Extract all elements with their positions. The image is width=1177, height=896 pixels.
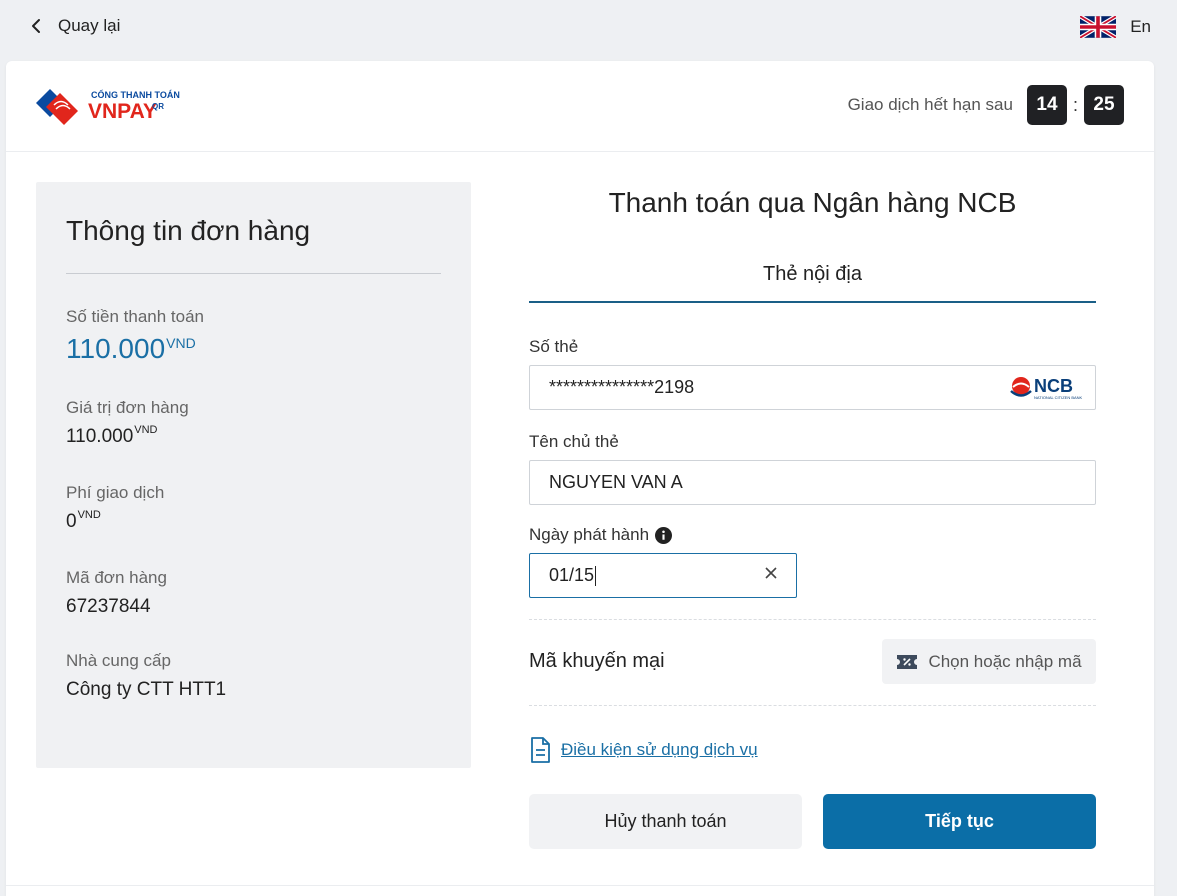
svg-text:NATIONAL CITIZEN BANK: NATIONAL CITIZEN BANK bbox=[1034, 395, 1083, 400]
amount-label: Số tiền thanh toán bbox=[66, 307, 205, 326]
amount-value: 110.000VND bbox=[66, 333, 196, 364]
svg-text:NCB: NCB bbox=[1034, 376, 1073, 396]
order-id-block: Mã đơn hàng 67237844 bbox=[66, 568, 441, 618]
clear-icon[interactable] bbox=[764, 566, 778, 580]
continue-button[interactable]: Tiếp tục bbox=[823, 794, 1096, 849]
fee-block: Phí giao dịch 0VND bbox=[66, 483, 441, 533]
document-icon bbox=[531, 737, 550, 763]
holder-label: Tên chủ thẻ bbox=[529, 432, 619, 451]
ncb-logo: NCB NATIONAL CITIZEN BANK bbox=[1010, 376, 1083, 400]
order-summary-title: Thông tin đơn hàng bbox=[66, 215, 311, 246]
tab-domestic-card[interactable]: Thẻ nội địa bbox=[529, 263, 1096, 303]
terms-row: Điều kiện sử dụng dịch vụ bbox=[529, 737, 1096, 763]
expiry-label: Giao dịch hết hạn sau bbox=[847, 95, 1013, 114]
order-id-label: Mã đơn hàng bbox=[66, 568, 167, 587]
chevron-left-icon bbox=[32, 19, 40, 33]
provider-block: Nhà cung cấp Công ty CTT HTT1 bbox=[66, 651, 441, 701]
promo-divider-top bbox=[529, 619, 1096, 620]
back-button[interactable]: Quay lại bbox=[28, 16, 120, 36]
holder-group: Tên chủ thẻ NGUYEN VAN A bbox=[529, 432, 1096, 505]
svg-text:VNPAY: VNPAY bbox=[88, 100, 157, 123]
promo-label: Mã khuyến mại bbox=[529, 650, 665, 672]
expiry-timer: Giao dịch hết hạn sau 14 : 25 bbox=[848, 85, 1124, 125]
summary-divider bbox=[66, 273, 441, 274]
card-number-input[interactable]: ***************2198 NCB NATIONAL CITIZEN… bbox=[529, 365, 1096, 410]
issue-date-group: Ngày phát hành 01/15 bbox=[529, 525, 1096, 598]
payment-card: CỔNG THANH TOÁN VNPAY QR Giao dịch hết h… bbox=[6, 61, 1154, 896]
order-value-block: Giá trị đơn hàng 110.000VND bbox=[66, 398, 441, 448]
vnpay-logo: CỔNG THANH TOÁN VNPAY QR bbox=[36, 89, 180, 125]
promo-row: Mã khuyến mại Chọn hoặc nhập mã bbox=[529, 639, 1096, 684]
timer-separator: : bbox=[1072, 94, 1078, 115]
coupon-icon bbox=[897, 654, 918, 669]
payment-title: Thanh toán qua Ngân hàng NCB bbox=[608, 187, 1017, 218]
order-summary: Thông tin đơn hàng Số tiền thanh toán 11… bbox=[36, 182, 471, 768]
issue-date-label: Ngày phát hành bbox=[529, 525, 1096, 545]
cancel-payment-button[interactable]: Hủy thanh toán bbox=[529, 794, 802, 849]
back-label: Quay lại bbox=[58, 16, 121, 35]
fee-label: Phí giao dịch bbox=[66, 483, 165, 502]
language-switcher[interactable]: En bbox=[1080, 16, 1151, 38]
svg-text:QR: QR bbox=[152, 102, 164, 111]
promo-divider-bottom bbox=[529, 705, 1096, 706]
svg-text:CỔNG THANH TOÁN: CỔNG THANH TOÁN bbox=[91, 89, 180, 100]
amount-block: Số tiền thanh toán 110.000VND bbox=[66, 307, 441, 365]
provider-name: Công ty CTT HTT1 bbox=[66, 679, 227, 700]
info-icon[interactable] bbox=[655, 526, 673, 544]
terms-link[interactable]: Điều kiện sử dụng dịch vụ bbox=[561, 740, 758, 760]
language-label: En bbox=[1130, 17, 1151, 36]
timer-seconds: 25 bbox=[1084, 85, 1124, 125]
timer-minutes: 14 bbox=[1026, 85, 1067, 125]
card-number-group: Số thẻ ***************2198 NCB NATIONAL … bbox=[529, 337, 1096, 410]
promo-code-button[interactable]: Chọn hoặc nhập mã bbox=[882, 639, 1096, 684]
order-value: 110.000VND bbox=[66, 424, 158, 447]
card-number-label: Số thẻ bbox=[529, 337, 579, 356]
uk-flag-icon bbox=[1080, 16, 1117, 38]
issue-date-value: 01/15 bbox=[549, 565, 595, 585]
promo-button-label: Chọn hoặc nhập mã bbox=[928, 651, 1082, 671]
action-buttons: Hủy thanh toán Tiếp tục bbox=[529, 794, 1096, 849]
text-cursor bbox=[595, 565, 597, 586]
holder-input[interactable]: NGUYEN VAN A bbox=[529, 460, 1096, 505]
payment-form: Thanh toán qua Ngân hàng NCB Thẻ nội địa… bbox=[529, 182, 1096, 849]
order-value-label: Giá trị đơn hàng bbox=[66, 398, 189, 417]
card-number-value: ***************2198 bbox=[549, 377, 695, 397]
footer-divider bbox=[6, 885, 1154, 886]
holder-value: NGUYEN VAN A bbox=[549, 472, 683, 492]
top-bar: Quay lại En bbox=[0, 0, 1177, 56]
provider-label: Nhà cung cấp bbox=[66, 651, 171, 670]
card-header: CỔNG THANH TOÁN VNPAY QR Giao dịch hết h… bbox=[6, 61, 1154, 152]
order-id: 67237844 bbox=[66, 596, 151, 617]
fee-value: 0VND bbox=[66, 509, 101, 532]
issue-date-input[interactable]: 01/15 bbox=[529, 553, 797, 598]
